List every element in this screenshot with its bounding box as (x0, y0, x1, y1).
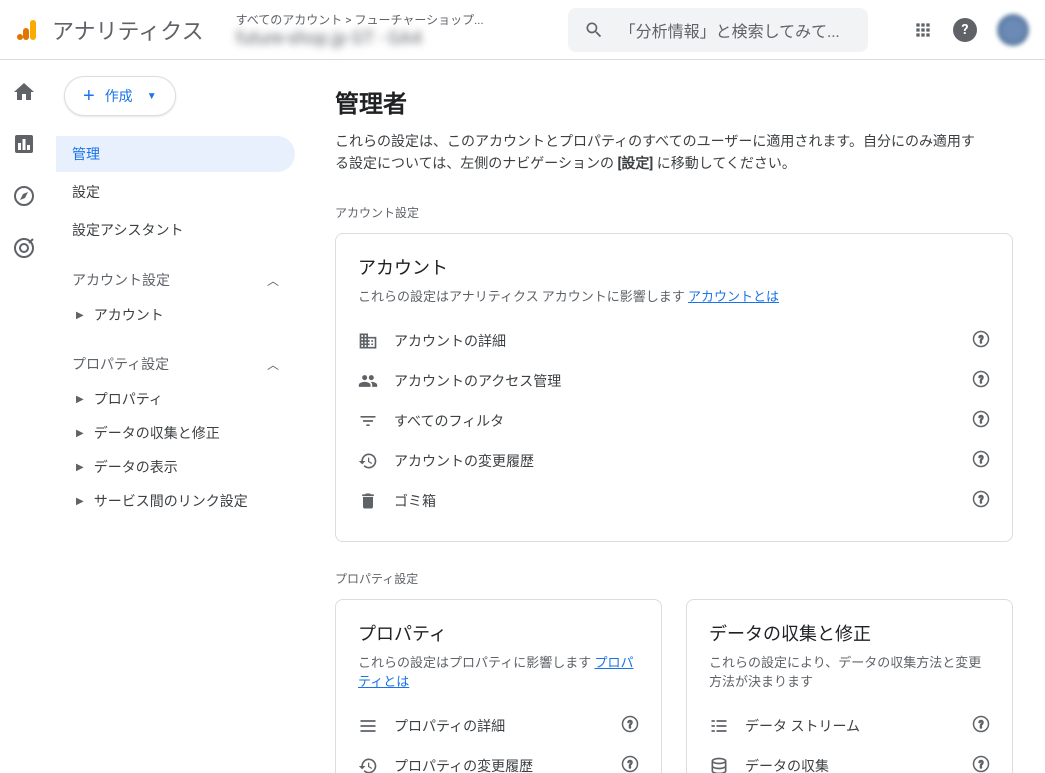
link-account-info[interactable]: アカウントとは (688, 290, 779, 305)
nav-section-account[interactable]: アカウント設定 ︿ (56, 262, 295, 298)
chevron-down-icon: ▼ (147, 91, 157, 102)
nav-item-settings[interactable]: 設定 (56, 174, 295, 210)
card-description: これらの設定により、データの収集方法と変更方法が決まります (709, 652, 990, 690)
caret-right-icon: ▶ (76, 310, 84, 321)
trash-icon (358, 491, 394, 511)
search-icon (584, 20, 604, 40)
search-placeholder: 「分析情報」と検索してみて... (620, 18, 840, 42)
card-property: プロパティ これらの設定はプロパティに影響します プロパティとは プロパティの詳… (335, 599, 662, 773)
card-account: アカウント これらの設定はアナリティクス アカウントに影響します アカウントとは… (335, 233, 1013, 542)
history-icon (358, 756, 394, 773)
help-icon[interactable]: ? (972, 410, 990, 432)
help-icon[interactable]: ? (972, 330, 990, 352)
icon-rail (0, 60, 48, 773)
history-icon (358, 451, 394, 471)
nav-section-property[interactable]: プロパティ設定 ︿ (56, 346, 295, 382)
details-icon (358, 716, 394, 736)
row-data-streams[interactable]: データ ストリーム ? (709, 706, 990, 746)
help-icon[interactable]: ? (953, 18, 977, 42)
svg-text:?: ? (628, 760, 633, 771)
svg-text:?: ? (979, 375, 984, 386)
business-icon (358, 331, 394, 351)
nav-sub-property[interactable]: ▶プロパティ (56, 382, 295, 416)
row-data-collection[interactable]: データの収集 ? (709, 746, 990, 773)
people-icon (358, 371, 394, 391)
create-button-label: 作成 (105, 86, 133, 106)
help-icon[interactable]: ? (972, 370, 990, 392)
help-icon[interactable]: ? (972, 755, 990, 773)
card-title: プロパティ (358, 620, 639, 646)
search-input[interactable]: 「分析情報」と検索してみて... (568, 8, 868, 52)
plus-icon: + (83, 85, 95, 108)
left-nav: + 作成 ▼ 管理 設定 設定アシスタント アカウント設定 ︿ ▶ アカウント … (48, 60, 303, 773)
help-icon[interactable]: ? (972, 715, 990, 737)
analytics-logo-icon (16, 18, 40, 42)
explore-icon[interactable] (12, 184, 36, 208)
help-icon[interactable]: ? (621, 715, 639, 737)
row-trash[interactable]: ゴミ箱 ? (358, 481, 990, 521)
svg-text:?: ? (979, 760, 984, 771)
page-title: 管理者 (335, 84, 1013, 119)
breadcrumb[interactable]: すべてのアカウント > フューチャーショップ... future-shop.jp… (236, 11, 536, 49)
product-name: アナリティクス (52, 14, 204, 46)
home-icon[interactable] (12, 80, 36, 104)
svg-text:?: ? (979, 455, 984, 466)
row-property-history[interactable]: プロパティの変更履歴 ? (358, 746, 639, 773)
breadcrumb-current: future-shop.jp GT - GA4 (236, 28, 536, 49)
caret-right-icon: ▶ (76, 462, 84, 473)
row-property-details[interactable]: プロパティの詳細 ? (358, 706, 639, 746)
row-account-access[interactable]: アカウントのアクセス管理 ? (358, 361, 990, 401)
card-title: データの収集と修正 (709, 620, 990, 646)
nav-sub-data-collection[interactable]: ▶データの収集と修正 (56, 416, 295, 450)
card-description: これらの設定はプロパティに影響します プロパティとは (358, 652, 639, 690)
database-icon (709, 756, 745, 773)
nav-item-setup-assistant[interactable]: 設定アシスタント (56, 212, 295, 248)
section-label-account: アカウント設定 (335, 204, 1013, 221)
row-all-filters[interactable]: すべてのフィルタ ? (358, 401, 990, 441)
svg-text:?: ? (979, 720, 984, 731)
stream-icon (709, 716, 745, 736)
card-title: アカウント (358, 254, 990, 280)
page-description: これらの設定は、このアカウントとプロパティのすべてのユーザーに適用されます。自分… (335, 131, 985, 176)
caret-right-icon: ▶ (76, 496, 84, 507)
chevron-up-icon: ︿ (267, 272, 279, 289)
svg-text:?: ? (979, 495, 984, 506)
section-label-property: プロパティ設定 (335, 570, 1013, 587)
nav-sub-product-links[interactable]: ▶サービス間のリンク設定 (56, 484, 295, 518)
logo-area: アナリティクス (16, 14, 204, 46)
svg-text:?: ? (628, 720, 633, 731)
apps-icon[interactable] (913, 20, 933, 40)
create-button[interactable]: + 作成 ▼ (64, 76, 176, 116)
card-data-collection: データの収集と修正 これらの設定により、データの収集方法と変更方法が決まります … (686, 599, 1013, 773)
svg-text:?: ? (979, 335, 984, 346)
row-account-history[interactable]: アカウントの変更履歴 ? (358, 441, 990, 481)
chevron-up-icon: ︿ (267, 356, 279, 373)
caret-right-icon: ▶ (76, 428, 84, 439)
help-icon[interactable]: ? (621, 755, 639, 773)
nav-sub-data-display[interactable]: ▶データの表示 (56, 450, 295, 484)
filter-icon (358, 411, 394, 431)
card-description: これらの設定はアナリティクス アカウントに影響します アカウントとは (358, 286, 990, 305)
help-icon[interactable]: ? (972, 450, 990, 472)
app-header: アナリティクス すべてのアカウント > フューチャーショップ... future… (0, 0, 1045, 60)
nav-sub-account[interactable]: ▶ アカウント (56, 298, 295, 332)
content-area: 管理者 これらの設定は、このアカウントとプロパティのすべてのユーザーに適用されま… (303, 60, 1045, 773)
advertising-icon[interactable] (12, 236, 36, 260)
row-account-details[interactable]: アカウントの詳細 ? (358, 321, 990, 361)
reports-icon[interactable] (12, 132, 36, 156)
help-icon[interactable]: ? (972, 490, 990, 512)
svg-text:?: ? (979, 415, 984, 426)
caret-right-icon: ▶ (76, 394, 84, 405)
avatar[interactable] (997, 14, 1029, 46)
breadcrumb-path: すべてのアカウント > フューチャーショップ... (236, 11, 536, 28)
nav-item-admin[interactable]: 管理 (56, 136, 295, 172)
